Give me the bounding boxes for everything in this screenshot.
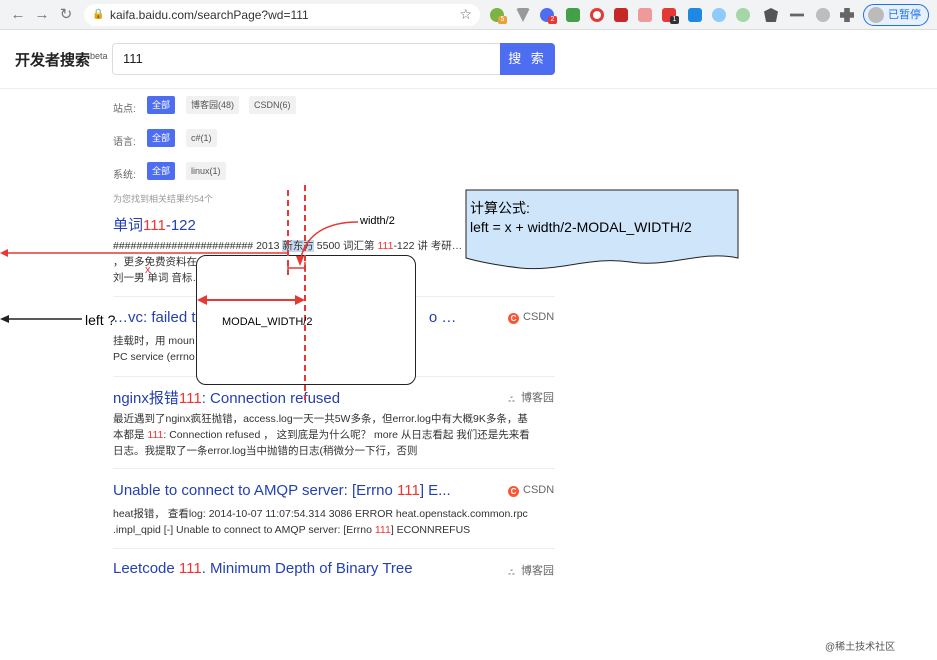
result-snippet: 最近遇到了nginx疯狂抛错，access.log一天一共5W多条，但error…	[113, 413, 530, 457]
extension-icon[interactable]	[590, 8, 604, 22]
title-text: Unable to connect to AMQP server: [Errno	[113, 482, 398, 499]
result-count: 为您找到相关结果约54个	[113, 194, 214, 204]
header-divider	[0, 88, 937, 89]
result-title[interactable]: 单词111-122	[113, 214, 196, 235]
title-highlight: 111	[397, 482, 420, 499]
title-text: o …	[428, 309, 457, 326]
width-half-label: width/2	[360, 215, 395, 227]
profile-paused-button[interactable]: 已暂停	[863, 4, 929, 26]
title-text: ] E...	[419, 482, 451, 499]
title-highlight: 111	[143, 217, 166, 234]
formula-text: 计算公式: left = x + width/2-MODAL_WIDTH/2	[470, 200, 692, 235]
sys-filter-all[interactable]: 全部	[147, 162, 176, 180]
title-text: nginx报错	[113, 390, 179, 407]
x-label: x	[145, 264, 151, 276]
x-arrowhead	[0, 249, 8, 257]
site-logo[interactable]: 开发者搜索beta	[15, 49, 108, 70]
search-input[interactable]: 111	[112, 43, 502, 75]
puzzle-icon[interactable]	[840, 8, 854, 22]
extension-icon[interactable]	[688, 8, 702, 22]
logo-text: 开发者搜索	[15, 52, 91, 69]
result-source: C CSDN	[508, 311, 554, 324]
browser-toolbar: ← → ↻ 🔒 kaifa.baidu.com/searchPage?wd=11…	[0, 0, 937, 30]
extension-icon[interactable]	[790, 13, 804, 17]
highlight-word: 新东方	[282, 240, 314, 252]
modal-width-label: MODAL_WIDTH/2	[222, 316, 313, 328]
reload-icon[interactable]: ↻	[56, 5, 76, 25]
result-source: ஃ 博客园	[506, 389, 554, 405]
search-button[interactable]: 搜 索	[500, 43, 555, 75]
title-highlight: 111	[178, 390, 202, 407]
forward-icon[interactable]: →	[32, 5, 52, 25]
extension-icon[interactable]	[614, 8, 628, 22]
title-highlight: 111	[178, 560, 202, 577]
address-bar[interactable]: 🔒 kaifa.baidu.com/searchPage?wd=111 ☆	[84, 4, 480, 26]
title-text: Leetcode	[113, 560, 179, 577]
sys-filter-label: 系统:	[113, 170, 136, 181]
bookmark-star-icon[interactable]: ☆	[459, 6, 472, 23]
result-title[interactable]: Leetcode 111. Minimum Depth of Binary Tr…	[113, 560, 413, 577]
sys-filter-linux[interactable]: linux(1)	[186, 162, 226, 180]
site-filter-all[interactable]: 全部	[147, 96, 176, 114]
lang-filter-all[interactable]: 全部	[147, 129, 176, 147]
result-divider	[113, 468, 555, 469]
result-source: C CSDN	[508, 484, 554, 497]
paused-label: 已暂停	[888, 9, 921, 21]
extension-icon[interactable]	[816, 8, 830, 22]
extension-icon[interactable]	[712, 8, 726, 22]
csdn-icon: C	[508, 486, 519, 497]
title-text: -122	[165, 217, 196, 234]
title-text: 单词	[113, 217, 144, 234]
back-icon[interactable]: ←	[8, 5, 28, 25]
avatar	[868, 7, 884, 23]
site-filter-label: 站点:	[113, 104, 136, 115]
extension-icon[interactable]	[736, 8, 750, 22]
watermark: @稀土技术社区	[825, 642, 896, 653]
extension-icon[interactable]	[516, 8, 530, 22]
csdn-icon: C	[508, 313, 519, 324]
extension-icon[interactable]	[566, 8, 580, 22]
site-filter-csdn[interactable]: CSDN(6)	[249, 96, 296, 114]
url-text: kaifa.baidu.com/searchPage?wd=111	[110, 8, 309, 22]
result-divider	[113, 548, 555, 549]
cnblogs-icon: ஃ	[508, 568, 515, 577]
title-text: . Minimum Depth of Binary Tree	[201, 560, 413, 577]
result-title[interactable]: nginx报错111: Connection refused	[113, 387, 340, 408]
result-source: ஃ 博客园	[506, 562, 554, 578]
lang-filter-label: 语言:	[113, 137, 136, 148]
left-question-label: left ?	[85, 312, 116, 328]
logo-beta: beta	[90, 51, 108, 61]
lock-icon: 🔒	[92, 9, 105, 20]
extension-icon[interactable]	[638, 8, 652, 22]
shield-icon[interactable]	[764, 8, 778, 22]
result-title[interactable]: Unable to connect to AMQP server: [Errno…	[113, 482, 451, 499]
title-text: : Connection refused	[201, 390, 341, 407]
extension-badge: 5	[498, 16, 507, 24]
extension-badge: 2	[548, 16, 557, 24]
site-filter-cnblogs[interactable]: 博客园(48)	[186, 96, 240, 114]
result-snippet: heat报错， 查看log: 2014-10-07 11:07:54.314 3…	[113, 508, 528, 536]
cnblogs-icon: ஃ	[508, 395, 515, 404]
extension-badge: 1	[670, 16, 679, 24]
lang-filter-csharp[interactable]: c#(1)	[186, 129, 217, 147]
